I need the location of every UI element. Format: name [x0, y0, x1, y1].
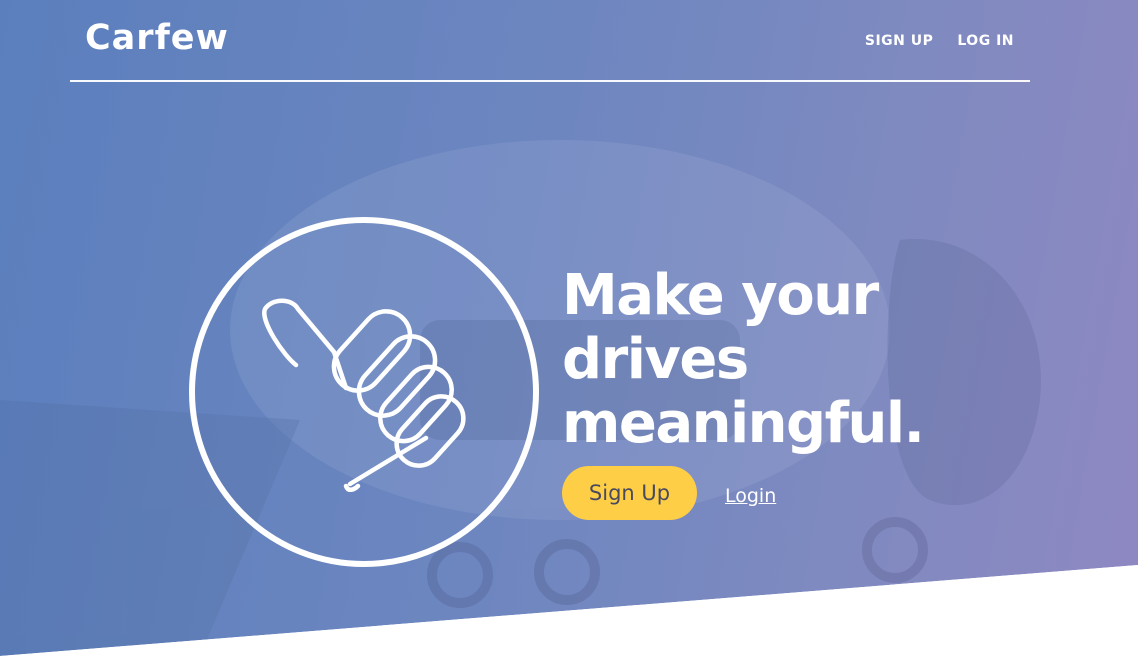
nav-links: SIGN UP LOG IN — [865, 33, 1014, 49]
headline-line-3: meaningful. — [562, 391, 925, 456]
cta-row: Sign Up Login — [562, 466, 776, 520]
top-navbar: Carfew SIGN UP LOG IN — [70, 0, 1030, 82]
brand-logo[interactable]: Carfew — [85, 18, 229, 58]
headline-line-2: drives — [562, 327, 749, 392]
hero-headline: Make your drives meaningful. — [562, 264, 982, 456]
signup-button[interactable]: Sign Up — [562, 466, 697, 520]
nav-login-link[interactable]: LOG IN — [957, 33, 1014, 49]
nav-signup-link[interactable]: SIGN UP — [865, 33, 934, 49]
thumbs-up-icon — [189, 217, 539, 567]
headline-line-1: Make your — [562, 263, 879, 328]
hero-section: Carfew SIGN UP LOG IN Make your drives m… — [0, 0, 1138, 656]
login-link[interactable]: Login — [725, 485, 776, 507]
